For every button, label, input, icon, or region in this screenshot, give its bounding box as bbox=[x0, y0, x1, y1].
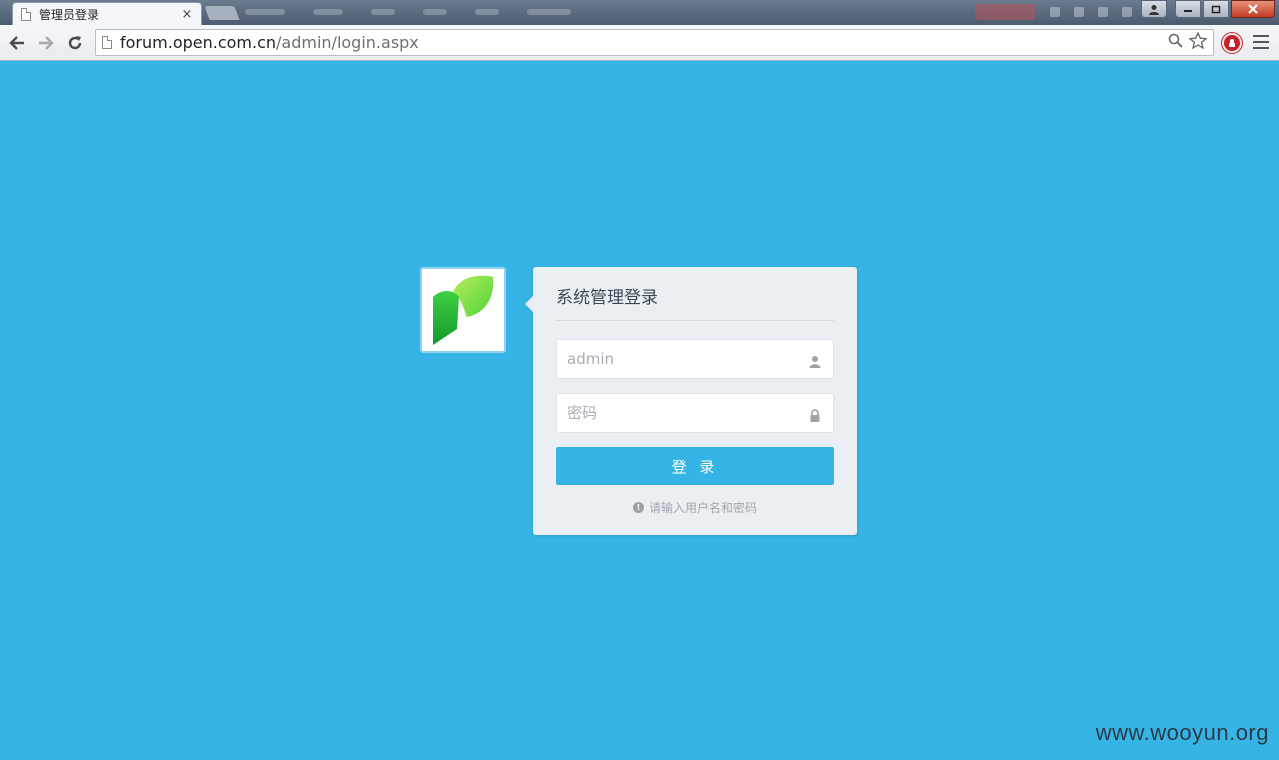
new-tab-button[interactable] bbox=[204, 6, 240, 20]
minimize-button[interactable] bbox=[1175, 0, 1201, 18]
hint-text: 请输入用户名和密码 bbox=[648, 501, 757, 515]
window-close-button[interactable] bbox=[1231, 0, 1275, 18]
reload-icon[interactable] bbox=[63, 31, 87, 55]
maximize-button[interactable] bbox=[1203, 0, 1229, 18]
address-bar[interactable]: forum.open.com.cn/admin/login.aspx bbox=[95, 29, 1214, 56]
user-icon bbox=[809, 353, 821, 368]
hamburger-menu-icon[interactable] bbox=[1253, 35, 1269, 49]
login-title: 系统管理登录 bbox=[556, 267, 834, 321]
login-card: 系统管理登录 登 录 ! 请输入用户名和密码 bbox=[525, 267, 857, 535]
browser-toolbar: forum.open.com.cn/admin/login.aspx bbox=[0, 25, 1279, 61]
info-icon: ! bbox=[632, 502, 644, 513]
site-logo bbox=[420, 267, 506, 353]
page-icon bbox=[21, 7, 31, 21]
blurred-icons bbox=[1050, 7, 1132, 17]
blurred-badge bbox=[975, 4, 1035, 20]
login-hint: ! 请输入用户名和密码 bbox=[556, 499, 834, 516]
arrow-right-icon[interactable] bbox=[34, 31, 58, 55]
username-field[interactable] bbox=[556, 339, 834, 379]
password-field[interactable] bbox=[556, 393, 834, 433]
lock-icon bbox=[809, 407, 821, 422]
browser-titlebar: 管理员登录 × bbox=[0, 0, 1279, 25]
leaf-logo-icon bbox=[433, 275, 494, 345]
tab-active[interactable]: 管理员登录 × bbox=[12, 2, 202, 25]
profile-icon[interactable] bbox=[1141, 0, 1167, 18]
watermark: www.wooyun.org bbox=[1095, 720, 1269, 745]
tab-title: 管理员登录 bbox=[39, 7, 100, 22]
window-controls bbox=[1141, 0, 1275, 18]
arrow-left-icon[interactable] bbox=[5, 31, 29, 55]
password-input[interactable] bbox=[557, 394, 833, 432]
username-input[interactable] bbox=[557, 340, 833, 378]
url-text[interactable]: forum.open.com.cn/admin/login.aspx bbox=[120, 33, 1162, 52]
magnifier-icon[interactable] bbox=[1168, 33, 1183, 52]
blurred-bookmarks bbox=[245, 6, 625, 18]
star-icon[interactable] bbox=[1188, 31, 1208, 53]
page-icon bbox=[102, 36, 112, 49]
adblock-icon[interactable] bbox=[1222, 33, 1242, 53]
tab-close-icon[interactable]: × bbox=[181, 7, 193, 22]
login-button[interactable]: 登 录 bbox=[556, 447, 834, 485]
